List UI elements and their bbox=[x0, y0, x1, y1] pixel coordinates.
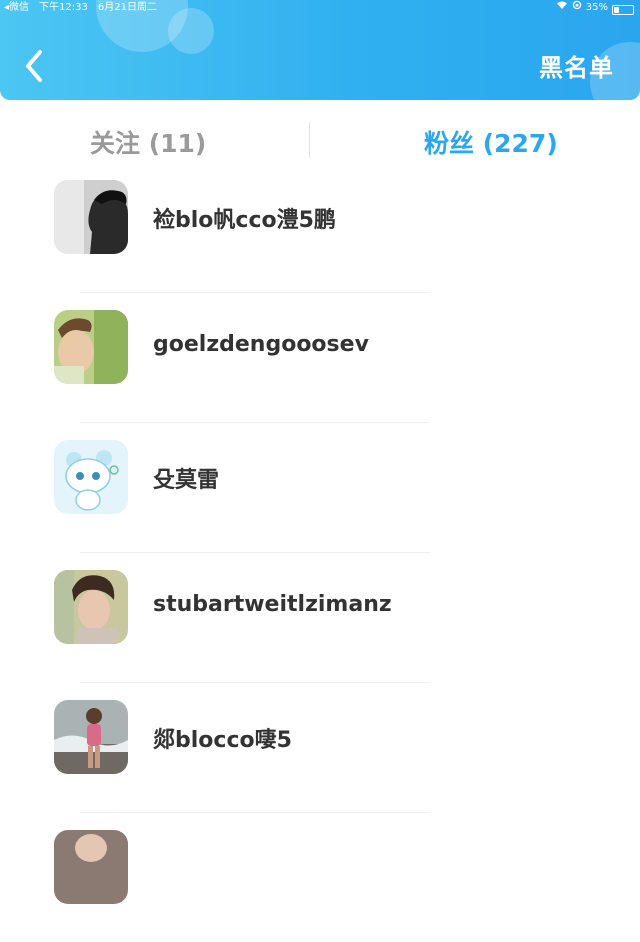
tab-following[interactable]: 关注 (11) bbox=[90, 124, 206, 160]
status-time: 下午12:33 bbox=[39, 2, 88, 13]
list-item[interactable]: 裣blo帆cco澧5鹏 bbox=[0, 162, 640, 292]
list-item[interactable] bbox=[0, 812, 640, 942]
header-bar: ◂微信 下午12:33 6月21日周二 35% 黑名单 bbox=[0, 0, 640, 100]
tab-fans[interactable]: 粉丝 (227) bbox=[424, 124, 558, 160]
status-bar: ◂微信 下午12:33 6月21日周二 35% bbox=[0, 0, 640, 16]
battery-icon bbox=[612, 4, 634, 15]
list-item[interactable]: goelzdengooosev bbox=[0, 292, 640, 422]
list-item[interactable]: 殳莫雷 bbox=[0, 422, 640, 552]
carrier-label: ◂微信 bbox=[4, 2, 30, 13]
fan-name: stubartweitlzimanz bbox=[153, 592, 392, 617]
tab-bar: 关注 (11) 粉丝 (227) bbox=[0, 118, 640, 162]
lock-rotation-icon bbox=[572, 0, 582, 16]
tab-divider bbox=[309, 122, 310, 158]
avatar bbox=[54, 180, 128, 254]
fan-name: goelzdengooosev bbox=[153, 332, 369, 357]
chevron-left-icon bbox=[18, 50, 52, 90]
list-item[interactable]: stubartweitlzimanz bbox=[0, 552, 640, 682]
wifi-icon bbox=[556, 0, 568, 16]
avatar bbox=[54, 310, 128, 384]
blacklist-button[interactable]: 黑名单 bbox=[539, 48, 614, 83]
battery-percent: 35% bbox=[585, 2, 608, 13]
battery-level bbox=[614, 6, 619, 13]
avatar bbox=[54, 570, 128, 644]
fan-name: 郯blocco啛5 bbox=[153, 728, 292, 753]
back-button[interactable] bbox=[18, 46, 52, 86]
fan-name: 裣blo帆cco澧5鹏 bbox=[153, 208, 336, 233]
fan-name: 殳莫雷 bbox=[153, 468, 220, 493]
fan-list: 裣blo帆cco澧5鹏 goelzdengooosev 殳莫雷 stubartw… bbox=[0, 162, 640, 942]
avatar bbox=[54, 440, 128, 514]
avatar bbox=[54, 700, 128, 774]
list-item[interactable]: 郯blocco啛5 bbox=[0, 682, 640, 812]
status-date: 6月21日周二 bbox=[97, 2, 157, 13]
avatar bbox=[54, 830, 128, 904]
